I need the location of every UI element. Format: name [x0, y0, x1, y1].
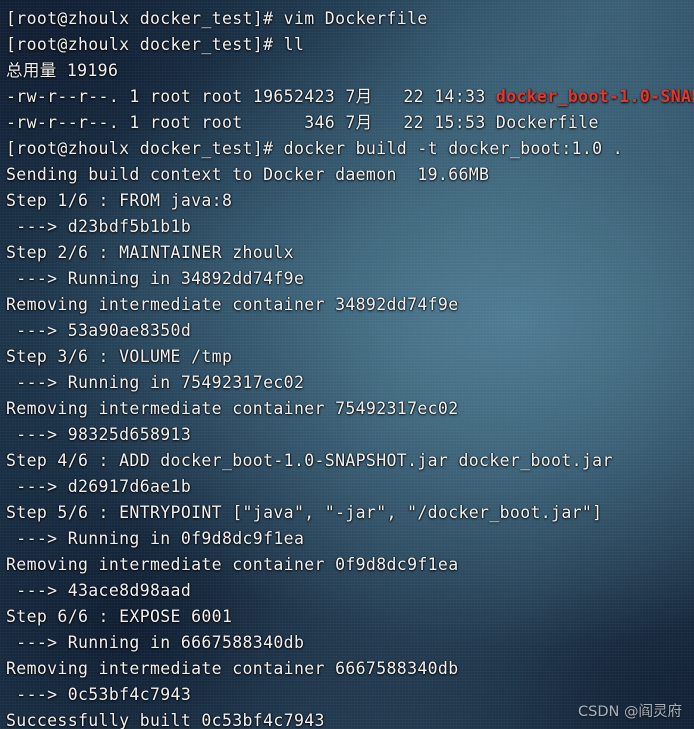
terminal-text: Removing intermediate container 0f9d8dc9…	[6, 555, 459, 574]
terminal-text: ---> Running in 34892dd74f9e	[6, 269, 305, 288]
terminal-text: Step 4/6 : ADD docker_boot-1.0-SNAPSHOT.…	[6, 451, 613, 470]
terminal-text: ---> 98325d658913	[6, 425, 192, 444]
terminal-text: -rw-r--r--. 1 root root 346 7月 22 15:53 …	[6, 113, 599, 132]
terminal-line: Sending build context to Docker daemon 1…	[6, 162, 694, 188]
archive-filename: docker_boot-1.0-SNAPSHOT.jar	[495, 87, 694, 106]
terminal-line: ---> Running in 6667588340db	[6, 630, 694, 656]
terminal-line: -rw-r--r--. 1 root root 346 7月 22 15:53 …	[6, 110, 694, 136]
terminal-text: ---> 43ace8d98aad	[6, 581, 192, 600]
terminal-line: Removing intermediate container 66675883…	[6, 656, 694, 682]
terminal-line: ---> 43ace8d98aad	[6, 578, 694, 604]
terminal-window[interactable]: [root@zhoulx docker_test]# vim Dockerfil…	[0, 0, 694, 729]
terminal-line: ---> Running in 0f9d8dc9f1ea	[6, 526, 694, 552]
terminal-line: Removing intermediate container 75492317…	[6, 396, 694, 422]
terminal-line: ---> Running in 34892dd74f9e	[6, 266, 694, 292]
terminal-line: Step 4/6 : ADD docker_boot-1.0-SNAPSHOT.…	[6, 448, 694, 474]
terminal-line: Removing intermediate container 0f9d8dc9…	[6, 552, 694, 578]
terminal-text: Step 3/6 : VOLUME /tmp	[6, 347, 233, 366]
terminal-line: Step 5/6 : ENTRYPOINT ["java", "-jar", "…	[6, 500, 694, 526]
terminal-text: [root@zhoulx docker_test]# ll	[6, 35, 305, 54]
terminal-line: Step 1/6 : FROM java:8	[6, 188, 694, 214]
terminal-text: Step 5/6 : ENTRYPOINT ["java", "-jar", "…	[6, 503, 603, 522]
terminal-line: [root@zhoulx docker_test]# vim Dockerfil…	[6, 6, 694, 32]
terminal-line: ---> Running in 75492317ec02	[6, 370, 694, 396]
terminal-line: Step 2/6 : MAINTAINER zhoulx	[6, 240, 694, 266]
terminal-text: ---> 0c53bf4c7943	[6, 685, 192, 704]
terminal-line: ---> 0c53bf4c7943	[6, 682, 694, 708]
terminal-line: ---> 53a90ae8350d	[6, 318, 694, 344]
terminal-text: ---> Running in 6667588340db	[6, 633, 305, 652]
terminal-text: [root@zhoulx docker_test]# vim Dockerfil…	[6, 9, 428, 28]
terminal-text: Step 6/6 : EXPOSE 6001	[6, 607, 233, 626]
terminal-text: -rw-r--r--. 1 root root 19652423 7月 22 1…	[6, 87, 496, 106]
terminal-line: Removing intermediate container 34892dd7…	[6, 292, 694, 318]
terminal-output-area[interactable]: [root@zhoulx docker_test]# vim Dockerfil…	[0, 0, 694, 729]
terminal-text: 总用量 19196	[6, 61, 119, 80]
terminal-text: Removing intermediate container 66675883…	[6, 659, 459, 678]
terminal-text: Step 2/6 : MAINTAINER zhoulx	[6, 243, 294, 262]
terminal-line: -rw-r--r--. 1 root root 19652423 7月 22 1…	[6, 84, 694, 110]
terminal-text: Step 1/6 : FROM java:8	[6, 191, 233, 210]
terminal-text: ---> d26917d6ae1b	[6, 477, 192, 496]
terminal-line: [root@zhoulx docker_test]# docker build …	[6, 136, 694, 162]
terminal-line: [root@zhoulx docker_test]# ll	[6, 32, 694, 58]
terminal-text: Removing intermediate container 34892dd7…	[6, 295, 459, 314]
terminal-line: 总用量 19196	[6, 58, 694, 84]
terminal-text: ---> 53a90ae8350d	[6, 321, 192, 340]
terminal-text: Successfully built 0c53bf4c7943	[6, 711, 325, 729]
terminal-text: ---> Running in 75492317ec02	[6, 373, 305, 392]
terminal-text: Sending build context to Docker daemon 1…	[6, 165, 490, 184]
terminal-line: ---> d26917d6ae1b	[6, 474, 694, 500]
terminal-line: Successfully built 0c53bf4c7943	[6, 708, 694, 729]
terminal-text: [root@zhoulx docker_test]# docker build …	[6, 139, 624, 158]
terminal-line: Step 3/6 : VOLUME /tmp	[6, 344, 694, 370]
terminal-line: Step 6/6 : EXPOSE 6001	[6, 604, 694, 630]
terminal-text: Removing intermediate container 75492317…	[6, 399, 459, 418]
terminal-text: ---> Running in 0f9d8dc9f1ea	[6, 529, 305, 548]
terminal-line: ---> d23bdf5b1b1b	[6, 214, 694, 240]
terminal-text: ---> d23bdf5b1b1b	[6, 217, 192, 236]
terminal-line: ---> 98325d658913	[6, 422, 694, 448]
